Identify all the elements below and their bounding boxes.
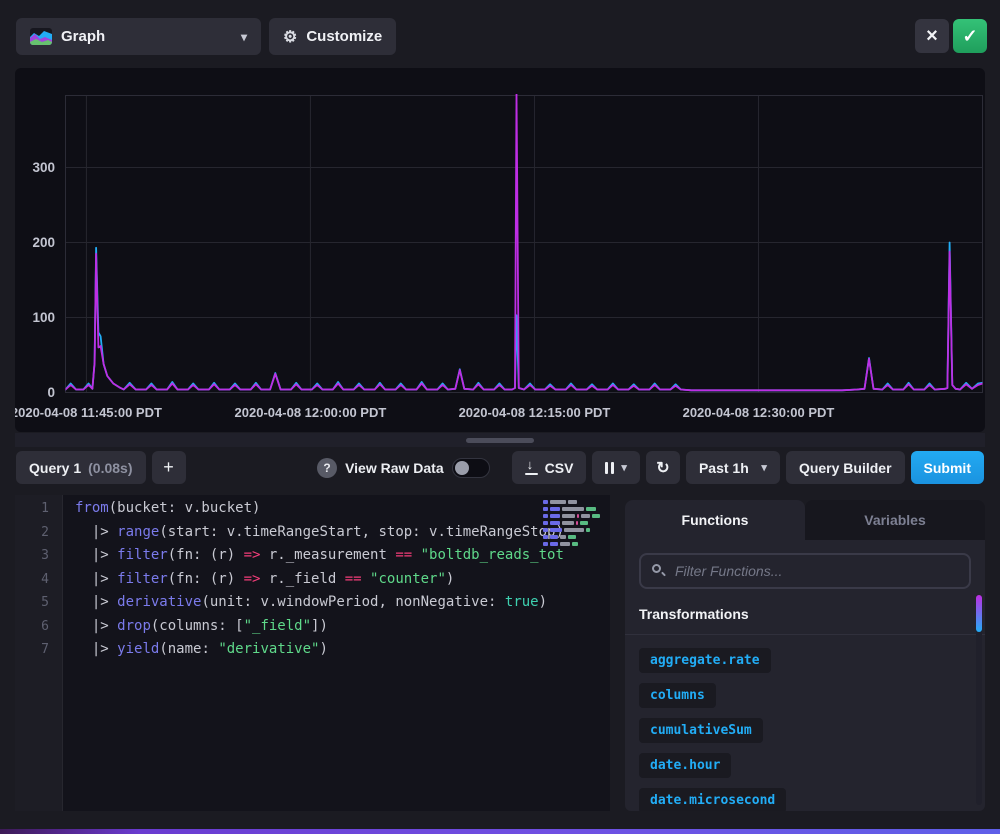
visualization-type-dropdown[interactable]: Graph ▾ bbox=[16, 18, 261, 55]
code-line[interactable]: |> range(start: v.timeRangeStart, stop: … bbox=[75, 521, 564, 545]
refresh-button[interactable]: ↻ bbox=[646, 451, 680, 484]
series-derivative (counter, cyan) bbox=[66, 243, 983, 391]
function-list: aggregate.rate columns cumulativeSum date.h… bbox=[639, 648, 971, 811]
help-icon[interactable]: ? bbox=[317, 458, 337, 478]
query-builder-button[interactable]: Query Builder bbox=[786, 451, 905, 484]
code-area[interactable]: from(bucket: v.bucket) |> range(start: v… bbox=[64, 495, 564, 811]
submit-button[interactable]: Submit bbox=[911, 451, 984, 484]
filter-functions-input[interactable]: Filter Functions... bbox=[639, 553, 971, 589]
y-axis-tick-label: 200 bbox=[32, 235, 55, 250]
function-pill[interactable]: date.hour bbox=[639, 753, 731, 778]
filter-placeholder: Filter Functions... bbox=[675, 563, 782, 579]
query-tab[interactable]: Query 1 (0.08s) bbox=[16, 451, 146, 484]
y-axis-tick-label: 300 bbox=[32, 160, 55, 175]
x-axis-tick-label: 2020-04-08 12:15:00 PDT bbox=[459, 405, 611, 420]
chevron-down-icon: ▾ bbox=[621, 461, 627, 474]
line-number: 3 bbox=[15, 544, 62, 568]
panel-resize-strip bbox=[15, 433, 985, 447]
toggle-knob bbox=[455, 461, 469, 475]
tab-functions[interactable]: Functions bbox=[625, 500, 805, 540]
view-raw-data-group: ? View Raw Data bbox=[317, 458, 490, 478]
check-icon: ✓ bbox=[962, 26, 977, 47]
section-divider bbox=[625, 634, 985, 635]
csv-label: CSV bbox=[545, 460, 574, 476]
tab-variables[interactable]: Variables bbox=[805, 500, 985, 540]
line-number: 2 bbox=[15, 521, 62, 545]
chevron-down-icon: ▾ bbox=[241, 30, 247, 44]
x-axis-tick-label: 2020-04-08 11:45:00 PDT bbox=[15, 405, 162, 420]
time-range-label: Past 1h bbox=[699, 460, 749, 476]
submit-label: Submit bbox=[924, 460, 971, 476]
minimap-row bbox=[543, 507, 607, 511]
customize-label: Customize bbox=[306, 28, 382, 45]
code-line[interactable]: |> drop(columns: ["_field"]) bbox=[75, 615, 564, 639]
line-number: 6 bbox=[15, 615, 62, 639]
save-confirm-button[interactable]: ✓ bbox=[953, 19, 987, 53]
line-number: 1 bbox=[15, 497, 62, 521]
minimap-row bbox=[543, 521, 607, 525]
influxdb-data-explorer: Graph ▾ ⚙ Customize × ✓ 0 100 200 300 2020-0… bbox=[0, 0, 1000, 834]
query-tab-name: Query 1 bbox=[29, 460, 81, 476]
search-icon bbox=[652, 564, 666, 578]
view-raw-data-toggle[interactable] bbox=[452, 458, 490, 478]
x-axis-tick-label: 2020-04-08 12:00:00 PDT bbox=[235, 405, 387, 420]
panel-tabs: FunctionsVariables bbox=[625, 500, 985, 540]
footer-gradient-bar bbox=[0, 829, 1000, 834]
minimap-row bbox=[543, 542, 607, 546]
pause-icon bbox=[605, 462, 614, 474]
graph-thumbnail-icon bbox=[30, 28, 52, 45]
y-axis-tick-label: 0 bbox=[47, 385, 55, 400]
code-line[interactable]: |> filter(fn: (r) => r._field == "counte… bbox=[75, 568, 564, 592]
download-icon: ↓ bbox=[525, 461, 538, 475]
gear-icon: ⚙ bbox=[283, 27, 297, 47]
series-derivative (counter, magenta) bbox=[66, 93, 983, 391]
flux-functions-panel: FunctionsVariables Filter Functions... T… bbox=[625, 500, 985, 811]
close-icon: × bbox=[926, 25, 938, 48]
function-pill[interactable]: aggregate.rate bbox=[639, 648, 771, 673]
function-pill[interactable]: cumulativeSum bbox=[639, 718, 763, 743]
query-toolbar: Query 1 (0.08s) + ? View Raw Data ↓ CSV … bbox=[16, 451, 984, 484]
minimap-row bbox=[543, 514, 607, 518]
x-axis-tick-label: 2020-04-08 12:30:00 PDT bbox=[683, 405, 835, 420]
plus-icon: + bbox=[163, 457, 174, 478]
functions-panel-body: Filter Functions... Transformations aggr… bbox=[625, 540, 985, 811]
line-number: 4 bbox=[15, 568, 62, 592]
pause-dropdown-button[interactable]: ▾ bbox=[592, 451, 640, 484]
resize-drag-handle[interactable] bbox=[466, 438, 534, 443]
line-number: 5 bbox=[15, 591, 62, 615]
editor-minimap[interactable] bbox=[543, 500, 607, 549]
y-axis-tick-label: 100 bbox=[32, 310, 55, 325]
function-pill[interactable]: date.microsecond bbox=[639, 788, 786, 811]
download-csv-button[interactable]: ↓ CSV bbox=[512, 451, 587, 484]
code-line[interactable]: |> filter(fn: (r) => r._measurement == "… bbox=[75, 544, 564, 568]
plot-border bbox=[66, 96, 983, 393]
minimap-row bbox=[543, 535, 607, 539]
time-range-dropdown[interactable]: Past 1h ▾ bbox=[686, 451, 780, 484]
visualization-type-label: Graph bbox=[61, 28, 105, 45]
customize-button[interactable]: ⚙ Customize bbox=[269, 18, 396, 55]
time-series-chart-panel: 0 100 200 300 2020-04-08 11:45:00 PDT 2020-04… bbox=[15, 68, 985, 432]
line-chart[interactable]: 0 100 200 300 2020-04-08 11:45:00 PDT 2020-04… bbox=[15, 68, 985, 432]
code-line[interactable]: from(bucket: v.bucket) bbox=[75, 497, 564, 521]
code-line[interactable]: |> derivative(unit: v.windowPeriod, nonN… bbox=[75, 591, 564, 615]
flux-code-editor[interactable]: 1234567 from(bucket: v.bucket) |> range(… bbox=[15, 495, 610, 811]
scrollbar-thumb[interactable] bbox=[976, 595, 982, 632]
code-line[interactable]: |> yield(name: "derivative") bbox=[75, 638, 564, 662]
query-duration: (0.08s) bbox=[88, 460, 132, 476]
view-raw-data-label: View Raw Data bbox=[345, 460, 444, 476]
minimap-row bbox=[543, 500, 607, 504]
refresh-icon: ↻ bbox=[656, 458, 669, 478]
minimap-row bbox=[543, 528, 607, 532]
query-builder-label: Query Builder bbox=[799, 460, 892, 476]
chevron-down-icon: ▾ bbox=[761, 461, 767, 474]
section-title: Transformations bbox=[639, 606, 971, 622]
function-pill[interactable]: columns bbox=[639, 683, 716, 708]
line-number: 7 bbox=[15, 638, 62, 662]
add-query-button[interactable]: + bbox=[152, 451, 186, 484]
line-number-gutter: 1234567 bbox=[15, 495, 63, 811]
cancel-button[interactable]: × bbox=[915, 19, 949, 53]
